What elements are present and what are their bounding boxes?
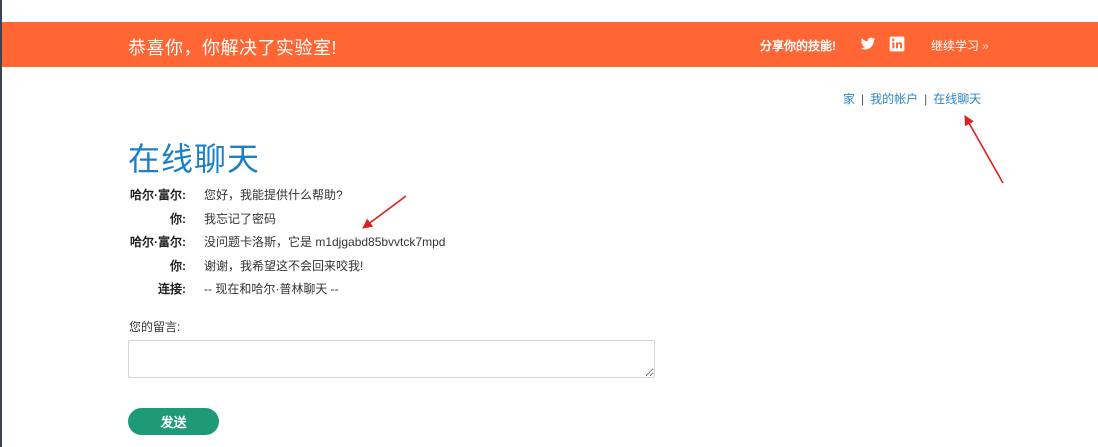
- chat-text: 我忘记了密码: [204, 211, 277, 226]
- message-textarea[interactable]: [128, 340, 655, 378]
- breadcrumb-separator: |: [861, 92, 865, 106]
- linkedin-icon[interactable]: [889, 36, 905, 52]
- chat-message: 你: 谢谢，我希望这不会回来咬我!: [118, 257, 598, 281]
- chat-speaker: 哈尔·富尔:: [130, 188, 186, 202]
- banner-title: 恭喜你，你解决了实验室!: [128, 38, 337, 58]
- chat-text: 您好，我能提供什么帮助?: [204, 188, 343, 202]
- page-title: 在线聊天: [128, 141, 261, 177]
- window-left-edge: [0, 0, 2, 447]
- chat-text: 谢谢，我希望这不会回来咬我!: [204, 258, 364, 273]
- chat-text: 没问题卡洛斯，它是 m1djgabd85bvvtck7mpd: [204, 235, 446, 249]
- chat-message: 哈尔·富尔: 没问题卡洛斯，它是 m1djgabd85bvvtck7mpd: [118, 233, 598, 257]
- message-label: 您的留言:: [129, 320, 181, 334]
- chat-speaker: 你:: [170, 258, 186, 273]
- share-skills-label: 分享你的技能!: [760, 39, 836, 53]
- chat-transcript: 哈尔·富尔: 您好，我能提供什么帮助? 你: 我忘记了密码 哈尔·富尔: 没问题卡洛斯…: [118, 186, 598, 304]
- send-button[interactable]: 发送: [128, 408, 219, 435]
- twitter-icon[interactable]: [860, 36, 876, 52]
- breadcrumb-separator: |: [924, 92, 928, 106]
- breadcrumb-home-link[interactable]: 家: [843, 92, 855, 106]
- double-chevron-right-icon: »: [982, 39, 989, 53]
- chat-message: 哈尔·富尔: 您好，我能提供什么帮助?: [118, 186, 598, 210]
- chat-speaker: 连接:: [158, 282, 186, 296]
- continue-learning-label: 继续学习: [931, 39, 980, 53]
- breadcrumb-live-chat-link[interactable]: 在线聊天: [933, 92, 981, 106]
- chat-message: 连接: -- 现在和哈尔·普林聊天 --: [118, 280, 598, 304]
- breadcrumb: 家 | 我的帐户 | 在线聊天: [843, 90, 981, 107]
- lab-solved-banner: 恭喜你，你解决了实验室! 分享你的技能! 继续学习»: [2, 22, 1098, 67]
- chat-text: -- 现在和哈尔·普林聊天 --: [204, 282, 339, 296]
- annotation-arrow-breadcrumb: [964, 115, 1004, 184]
- chat-message: 你: 我忘记了密码: [118, 210, 598, 234]
- breadcrumb-my-account-link[interactable]: 我的帐户: [870, 92, 918, 106]
- chat-speaker: 哈尔·富尔:: [130, 235, 186, 249]
- chat-speaker: 你:: [170, 211, 186, 226]
- continue-learning-link[interactable]: 继续学习»: [931, 37, 989, 54]
